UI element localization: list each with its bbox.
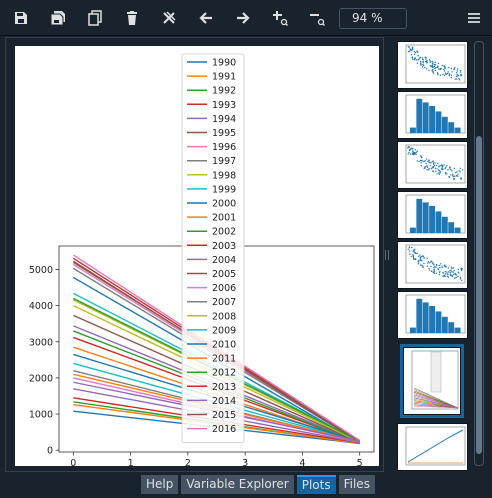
zoom-level-display: 94 % <box>339 8 407 29</box>
plot-thumbnail-scatter[interactable] <box>397 241 468 289</box>
legend-label: 2015 <box>212 410 236 421</box>
copy-button[interactable] <box>82 6 108 30</box>
thumbnail-strip <box>391 37 488 472</box>
tab-files[interactable]: Files <box>338 475 375 494</box>
bottom-tabs: Help Variable Explorer Plots Files <box>141 475 375 494</box>
thumbnail-preview <box>405 426 466 466</box>
delete-all-icon <box>163 11 176 24</box>
legend-label: 2016 <box>212 424 236 435</box>
y-tick-label: 5000 <box>29 265 53 276</box>
tab-plots[interactable]: Plots <box>296 475 336 494</box>
y-tick-label: 2000 <box>29 373 53 384</box>
plot-thumbnail-histogram[interactable] <box>397 191 468 239</box>
save-icon <box>15 12 27 24</box>
tab-help[interactable]: Help <box>141 475 179 494</box>
plot-thumbnail-line[interactable] <box>397 423 468 471</box>
x-tick-label: 1 <box>128 458 134 466</box>
thumbnail-preview <box>411 350 459 410</box>
legend-label: 2001 <box>212 213 236 224</box>
legend-label: 1999 <box>212 184 236 195</box>
save-button[interactable] <box>8 6 34 30</box>
chart-legend: 1990 1991 1992 1993 1994 1995 1996 1997 1998 1999… <box>181 53 245 444</box>
legend-label: 2000 <box>212 199 236 210</box>
legend-label: 1994 <box>212 114 236 125</box>
legend-label: 2007 <box>212 297 236 308</box>
legend-label: 2004 <box>212 255 236 266</box>
legend-label: 1990 <box>212 58 236 69</box>
x-tick-label: 0 <box>70 458 76 466</box>
x-tick-label: 3 <box>242 458 248 466</box>
scrollbar-handle[interactable] <box>476 136 482 454</box>
thumbnail-preview <box>405 294 466 334</box>
legend-label: 2014 <box>212 396 236 407</box>
thumbnail-scrollbar[interactable] <box>474 41 484 466</box>
next-plot-button[interactable] <box>230 6 256 30</box>
delete-all-button[interactable] <box>156 6 182 30</box>
legend-label: 2011 <box>212 354 236 365</box>
zoom-out-button[interactable] <box>304 6 330 30</box>
x-tick-label: 5 <box>357 458 363 466</box>
line-chart: 0 1 2 3 4 50100020003000400050001990199119921… <box>29 53 375 466</box>
thumbnail-preview <box>405 144 466 184</box>
legend-label: 2012 <box>212 368 236 379</box>
y-tick-label: 3000 <box>29 337 53 348</box>
plot-thumbnail-histogram[interactable] <box>397 91 468 139</box>
figure-canvas[interactable]: 0 1 2 3 4 5 0 1000 2000 3000 4000 5000 1990 1991 1992 1… <box>15 46 379 466</box>
next-icon <box>237 12 250 24</box>
plot-thumbnail-line-legend[interactable] <box>400 344 464 418</box>
x-tick-label: 2 <box>185 458 191 466</box>
legend-label: 2003 <box>212 241 236 252</box>
thumbnail-preview <box>405 44 466 84</box>
legend-label: 2002 <box>212 227 236 238</box>
tab-variable-explorer[interactable]: Variable Explorer <box>181 475 294 494</box>
legend-label: 1991 <box>212 72 236 83</box>
pane-splitter-handle[interactable] <box>385 250 389 260</box>
save-all-icon <box>50 11 65 26</box>
x-tick-label: 4 <box>299 458 305 466</box>
legend-label: 2006 <box>212 283 236 294</box>
legend-label: 2010 <box>212 340 236 351</box>
y-tick-label: 4000 <box>29 301 53 312</box>
delete-button[interactable] <box>119 6 145 30</box>
zoom-out-icon <box>310 14 325 26</box>
legend-label: 1995 <box>212 128 236 139</box>
legend-label: 1998 <box>212 170 236 181</box>
plot-viewer: 0 1 2 3 4 5 0 1000 2000 3000 4000 5000 1990 1991 1992 1… <box>5 37 384 472</box>
legend-label: 2005 <box>212 269 236 280</box>
options-menu-button[interactable] <box>461 6 487 30</box>
copy-icon <box>88 10 102 26</box>
plot-thumbnail-scatter[interactable] <box>397 141 468 189</box>
zoom-in-button[interactable] <box>267 6 293 30</box>
previous-plot-button[interactable] <box>193 6 219 30</box>
plot-thumbnail-histogram[interactable] <box>397 291 468 339</box>
y-tick-label: 0 <box>47 446 53 457</box>
thumbnail-preview <box>405 94 466 134</box>
legend-label: 1996 <box>212 142 236 153</box>
zoom-in-icon <box>273 11 288 26</box>
menu-icon <box>468 13 480 23</box>
plot-thumbnail-scatter[interactable] <box>397 41 468 89</box>
legend-label: 2009 <box>212 325 236 336</box>
save-all-button[interactable] <box>45 6 71 30</box>
delete-icon <box>127 11 137 25</box>
plots-toolbar: 94 % <box>0 0 492 36</box>
y-tick-label: 1000 <box>29 410 53 421</box>
thumbnail-preview <box>405 194 466 234</box>
legend-label: 2013 <box>212 382 236 393</box>
thumbnail-preview <box>405 244 466 284</box>
legend-label: 1997 <box>212 156 236 167</box>
legend-label: 2008 <box>212 311 236 322</box>
legend-label: 1992 <box>212 86 236 97</box>
legend-label: 1993 <box>212 100 236 111</box>
previous-icon <box>199 12 212 24</box>
